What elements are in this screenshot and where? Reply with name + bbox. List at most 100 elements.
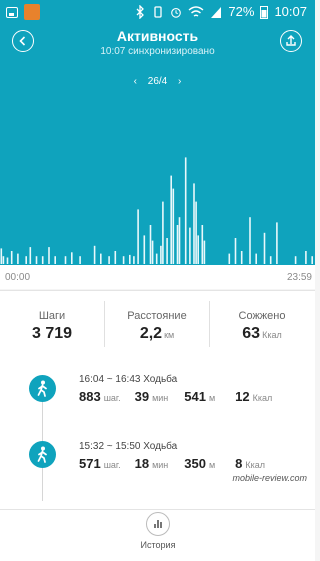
clock: 10:07 (274, 4, 307, 19)
activity-bar (269, 256, 272, 264)
activity-meters: 350 (184, 456, 206, 471)
activity-bar (193, 183, 195, 264)
steps-label: Шаги (38, 310, 66, 322)
activity-bar (129, 254, 131, 264)
app-notification-icon (24, 4, 40, 20)
activity-kcal: 8 (235, 456, 243, 471)
chart-axis: 00:00 23:59 (0, 265, 315, 289)
chart-bars (0, 157, 313, 264)
distance-stat: Расстояние 2,2 км (105, 291, 209, 357)
activity-kcal: 12 (235, 389, 250, 404)
steps-unit: шаг. (103, 460, 121, 470)
steps-unit: шаг. (103, 393, 121, 403)
activity-timeline: 16:04 ~ 16:43 Ходьба 883 шаг. 39 мин 541 м … (0, 357, 315, 509)
calories-stat: Сожжено 63 Ккал (210, 291, 314, 357)
activity-bar (71, 252, 73, 264)
distance-unit: км (164, 330, 175, 340)
activity-bar (234, 238, 237, 264)
battery-percent: 72% (228, 4, 255, 19)
activity-bar (17, 253, 19, 264)
vibrate-icon (154, 5, 163, 18)
activity-bar (6, 257, 9, 264)
meters-unit: м (208, 393, 216, 403)
activity-bar (166, 238, 168, 264)
gallery-notification-icon (6, 6, 18, 18)
activity-bar (10, 251, 13, 264)
activity-bar (160, 245, 162, 264)
distance-value: 2,2 (139, 325, 163, 342)
walk-activity-button[interactable] (29, 441, 56, 468)
activity-steps: 571 (79, 456, 101, 471)
activity-time: 16:04 ~ 16:43 Ходьба (79, 374, 178, 385)
activity-bar (122, 256, 125, 264)
activity-bar (25, 256, 27, 264)
activity-bar (155, 253, 158, 264)
activity-bar (143, 235, 146, 264)
activity-bar (137, 209, 139, 264)
distance-label: Расстояние (127, 310, 187, 322)
activity-bar (35, 256, 38, 264)
bar-chart-icon (154, 520, 162, 528)
activity-bar (228, 253, 231, 264)
activity-bar (0, 248, 3, 264)
activity-bar (64, 256, 67, 264)
calories-unit: Ккал (262, 330, 282, 340)
walk-icon (37, 380, 47, 397)
bottom-bar: История (0, 509, 315, 561)
app-header: Активность 10:07 синхронизировано (0, 24, 315, 64)
history-button[interactable]: История (136, 512, 180, 560)
activity-meters: 541 (184, 389, 206, 404)
activity-bar (249, 217, 251, 264)
share-icon (286, 35, 296, 46)
status-bar: 72% 10:07 (0, 0, 315, 24)
activity-bar (184, 157, 187, 264)
activity-bar (305, 251, 307, 264)
activity-bar (29, 247, 32, 264)
activity-bar (133, 256, 135, 264)
activity-bar (93, 245, 96, 264)
activity-bar (276, 222, 278, 264)
alarm-icon (171, 7, 182, 18)
signal-icon (211, 6, 222, 18)
activity-bar (151, 240, 154, 264)
activity-bar (170, 175, 172, 264)
activity-bar (189, 227, 191, 264)
activity-bar (240, 251, 243, 264)
activity-bar (162, 201, 164, 264)
steps-value: 3 719 (31, 325, 73, 342)
daily-summary: Шаги 3 719 Расстояние 2,2 км Сожжено 63 Кк… (0, 290, 315, 358)
meters-unit: м (208, 460, 216, 470)
activity-minutes: 18 (134, 456, 150, 471)
activity-chart[interactable]: ‹ 26/4 › (0, 64, 315, 265)
activity-bar (2, 256, 5, 264)
wifi-icon (188, 5, 204, 17)
kcal-unit: Ккал (252, 393, 273, 403)
activity-bar (79, 256, 81, 264)
activity-bar (203, 240, 206, 264)
axis-end-label: 23:59 (286, 272, 312, 283)
calories-label: Сожжено (238, 310, 286, 322)
activity-stats: 883 шаг. 39 мин 541 м 12 Ккал (79, 389, 272, 404)
activity-bar (178, 217, 181, 264)
activity-bar (311, 256, 313, 264)
minutes-unit: мин (152, 393, 169, 403)
bluetooth-icon (136, 4, 145, 19)
activity-bar (149, 225, 152, 264)
share-button[interactable] (280, 30, 302, 52)
axis-start-label: 00:00 (5, 272, 31, 283)
minutes-unit: мин (152, 460, 169, 470)
activity-bar (201, 225, 204, 264)
activity-bar (41, 256, 44, 264)
activity-stats: 571 шаг. 18 мин 350 м 8 Ккал (79, 456, 265, 471)
kcal-unit: Ккал (245, 460, 266, 470)
activity-bar (263, 232, 266, 264)
history-label: История (140, 540, 176, 550)
activity-bar (195, 201, 197, 264)
page-title: Активность (116, 28, 199, 44)
walk-icon (37, 446, 47, 463)
activity-bar (114, 251, 117, 264)
activity-bar (197, 235, 199, 264)
walk-activity-button[interactable] (29, 375, 56, 402)
activity-steps: 883 (79, 389, 101, 404)
activity-bar (100, 253, 102, 264)
